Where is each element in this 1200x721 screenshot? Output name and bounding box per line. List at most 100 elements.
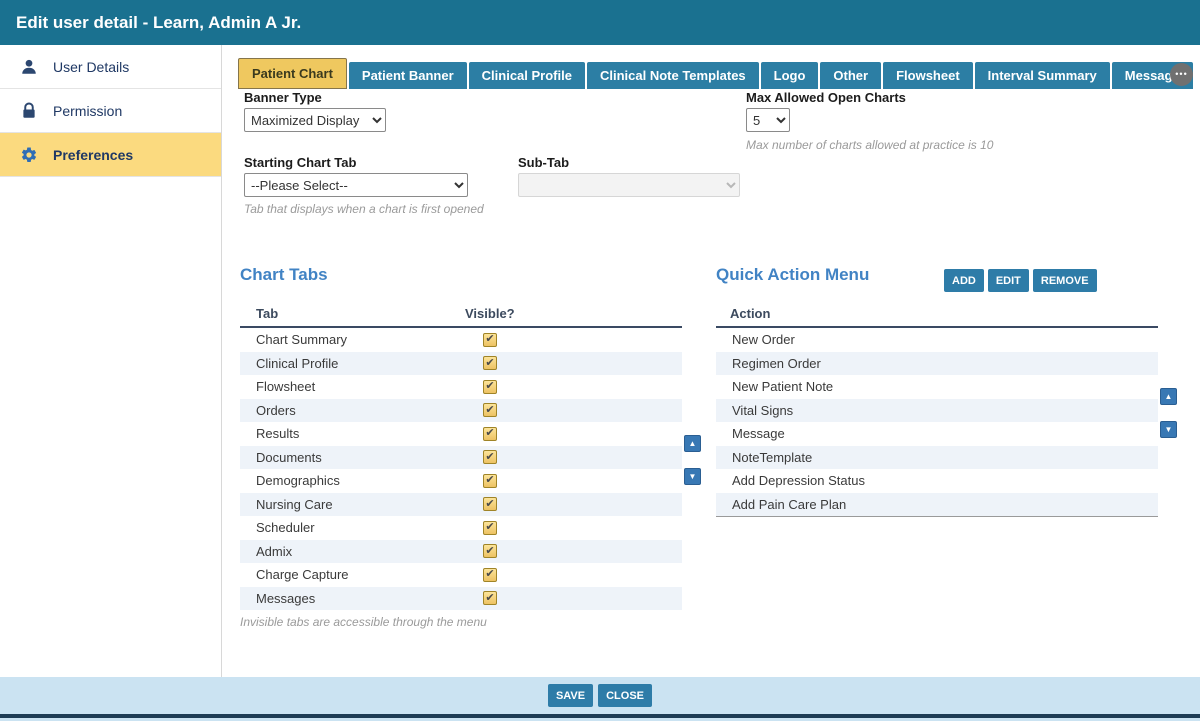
close-button[interactable]: CLOSE <box>598 684 652 707</box>
chart-tabs-table: Tab Visible? Chart Summary ✔ Clinical Pro… <box>240 299 682 610</box>
quick-action-move-down-button[interactable]: ▼ <box>1160 421 1177 438</box>
action-name: Vital Signs <box>716 403 793 418</box>
check-icon: ✔ <box>485 475 494 486</box>
sidebar-item-permission[interactable]: Permission <box>0 89 221 133</box>
check-icon: ✔ <box>485 334 494 345</box>
arrow-up-icon: ▲ <box>1165 392 1173 401</box>
chart-tabs-move-up-button[interactable]: ▲ <box>684 435 701 452</box>
action-name: Regimen Order <box>716 356 821 371</box>
quick-action-body: New Order Regimen Order New Patient Note… <box>716 328 1158 517</box>
table-row[interactable]: Messages✔ <box>240 587 682 611</box>
chart-tab-name: Results <box>240 426 299 441</box>
check-icon: ✔ <box>485 405 494 416</box>
max-open-charts-select[interactable]: 5 <box>746 108 790 132</box>
list-item[interactable]: Add Depression Status <box>716 469 1158 493</box>
max-open-charts-note: Max number of charts allowed at practice… <box>746 138 993 152</box>
action-name: Message <box>716 426 785 441</box>
banner-type-label: Banner Type <box>244 90 322 105</box>
chart-tab-name: Chart Summary <box>240 332 347 347</box>
list-item[interactable]: Regimen Order <box>716 352 1158 376</box>
visible-checkbox[interactable]: ✔ <box>483 427 497 441</box>
starting-chart-tab-note: Tab that displays when a chart is first … <box>244 202 484 216</box>
quick-action-menu-title: Quick Action Menu <box>716 265 869 285</box>
visible-checkbox[interactable]: ✔ <box>483 403 497 417</box>
list-item[interactable]: Vital Signs <box>716 399 1158 423</box>
visible-checkbox[interactable]: ✔ <box>483 333 497 347</box>
visible-checkbox[interactable]: ✔ <box>483 544 497 558</box>
main-content: Patient Chart Patient Banner Clinical Pr… <box>222 45 1200 677</box>
tab-clinical-profile[interactable]: Clinical Profile <box>469 62 585 89</box>
chart-tabs-note: Invisible tabs are accessible through th… <box>240 615 487 629</box>
visible-checkbox[interactable]: ✔ <box>483 380 497 394</box>
table-row[interactable]: Clinical Profile✔ <box>240 352 682 376</box>
starting-chart-tab-select[interactable]: --Please Select-- <box>244 173 468 197</box>
tab-other[interactable]: Other <box>820 62 881 89</box>
banner-type-select[interactable]: Maximized Display <box>244 108 386 132</box>
list-item[interactable]: Message <box>716 422 1158 446</box>
save-button[interactable]: SAVE <box>548 684 593 707</box>
list-item[interactable]: Add Pain Care Plan <box>716 493 1158 517</box>
quick-action-buttons: ADD EDIT REMOVE <box>944 269 1097 292</box>
tab-patient-chart[interactable]: Patient Chart <box>238 58 347 89</box>
list-item[interactable]: New Patient Note <box>716 375 1158 399</box>
tab-clinical-note-templates[interactable]: Clinical Note Templates <box>587 62 759 89</box>
quick-action-move-up-button[interactable]: ▲ <box>1160 388 1177 405</box>
chart-tabs-header: Tab Visible? <box>240 299 682 328</box>
chart-tab-name: Demographics <box>240 473 340 488</box>
sidebar-item-label: Preferences <box>53 147 133 163</box>
tab-logo[interactable]: Logo <box>761 62 819 89</box>
arrow-down-icon: ▼ <box>1165 425 1173 434</box>
visible-checkbox[interactable]: ✔ <box>483 450 497 464</box>
visible-checkbox[interactable]: ✔ <box>483 356 497 370</box>
chart-tabs-body: Chart Summary ✔ Clinical Profile✔ Flowshe… <box>240 328 682 610</box>
table-row[interactable]: Demographics ✔ <box>240 469 682 493</box>
action-name: New Order <box>716 332 795 347</box>
remove-button[interactable]: REMOVE <box>1033 269 1097 292</box>
tab-overflow-button[interactable]: ••• <box>1170 63 1193 86</box>
tab-patient-banner[interactable]: Patient Banner <box>349 62 467 89</box>
gear-icon <box>20 146 38 164</box>
table-row[interactable]: Charge Capture ✔ <box>240 563 682 587</box>
check-icon: ✔ <box>485 593 494 604</box>
starting-chart-tab-label: Starting Chart Tab <box>244 155 356 170</box>
sub-tab-select <box>518 173 740 197</box>
visible-checkbox[interactable]: ✔ <box>483 568 497 582</box>
edit-user-detail-window: Edit user detail - Learn, Admin A Jr. Us… <box>0 0 1200 721</box>
table-row[interactable]: Chart Summary ✔ <box>240 328 682 352</box>
table-row[interactable]: Admix✔ <box>240 540 682 564</box>
column-header-action: Action <box>730 306 770 321</box>
sidebar-item-label: Permission <box>53 103 122 119</box>
chart-tabs-move-down-button[interactable]: ▼ <box>684 468 701 485</box>
check-icon: ✔ <box>485 546 494 557</box>
sidebar-item-user-details[interactable]: User Details <box>0 45 221 89</box>
action-name: NoteTemplate <box>716 450 812 465</box>
add-button[interactable]: ADD <box>944 269 984 292</box>
list-item[interactable]: NoteTemplate <box>716 446 1158 470</box>
check-icon: ✔ <box>485 499 494 510</box>
visible-checkbox[interactable]: ✔ <box>483 521 497 535</box>
chart-tab-name: Documents <box>240 450 322 465</box>
column-header-visible: Visible? <box>465 306 515 321</box>
table-row[interactable]: Orders ✔ <box>240 399 682 423</box>
check-icon: ✔ <box>485 569 494 580</box>
chart-tabs-title: Chart Tabs <box>240 265 328 285</box>
table-row[interactable]: Results ✔ <box>240 422 682 446</box>
sidebar-item-preferences[interactable]: Preferences <box>0 133 221 177</box>
list-item[interactable]: New Order <box>716 328 1158 352</box>
edit-button[interactable]: EDIT <box>988 269 1029 292</box>
table-row[interactable]: Scheduler ✔ <box>240 516 682 540</box>
window-bottom-border <box>0 714 1200 718</box>
chart-tab-name: Flowsheet <box>240 379 315 394</box>
visible-checkbox[interactable]: ✔ <box>483 591 497 605</box>
table-row[interactable]: Documents ✔ <box>240 446 682 470</box>
tab-flowsheet[interactable]: Flowsheet <box>883 62 973 89</box>
chart-tab-name: Scheduler <box>240 520 315 535</box>
chart-tab-name: Orders <box>240 403 296 418</box>
table-row[interactable]: Nursing Care✔ <box>240 493 682 517</box>
chart-tab-name: Charge Capture <box>240 567 349 582</box>
quick-action-header: Action <box>716 299 1158 328</box>
visible-checkbox[interactable]: ✔ <box>483 497 497 511</box>
tab-interval-summary[interactable]: Interval Summary <box>975 62 1110 89</box>
visible-checkbox[interactable]: ✔ <box>483 474 497 488</box>
table-row[interactable]: Flowsheet ✔ <box>240 375 682 399</box>
